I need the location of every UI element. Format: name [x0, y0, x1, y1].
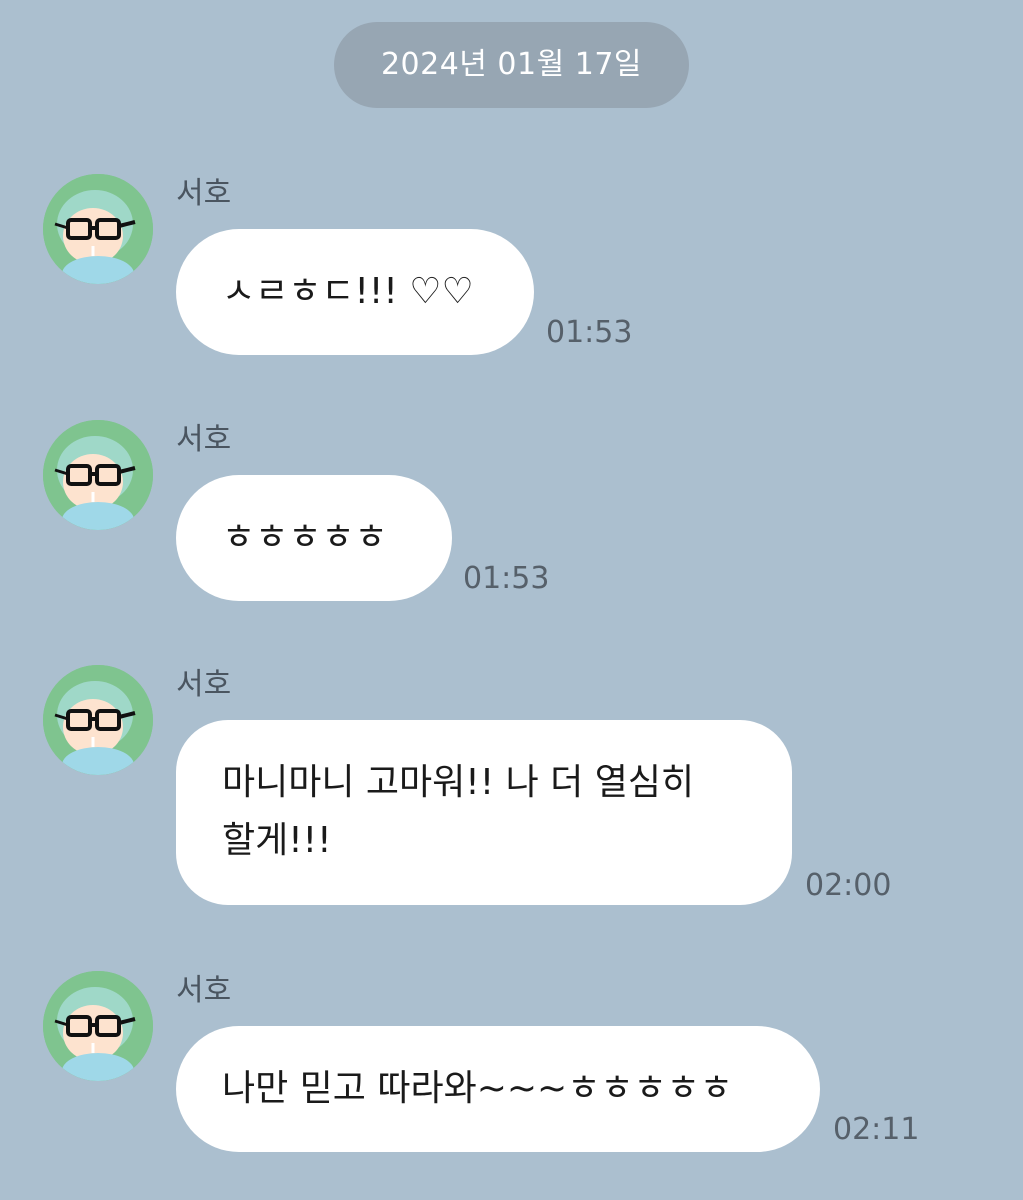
message-time: 02:00 [805, 868, 892, 903]
message-bubble[interactable]: ㅎㅎㅎㅎㅎ [176, 475, 452, 601]
date-divider: 2024년 01월 17일 [334, 22, 689, 108]
message-bubble[interactable]: 나만 믿고 따라와~~~ㅎㅎㅎㅎㅎ [176, 1026, 820, 1152]
message-bubble[interactable]: ㅅㄹㅎㄷ!!! ♡♡ [176, 229, 534, 355]
message-time: 01:53 [546, 315, 633, 350]
message-text: 나만 믿고 따라와~~~ㅎㅎㅎㅎㅎ [222, 1068, 733, 1109]
sender-name: 서호 [176, 176, 232, 211]
message-time: 01:53 [463, 561, 550, 596]
message-text-line: 할게!!! [222, 820, 332, 861]
sender-name: 서호 [176, 973, 232, 1008]
message-row: 서호 ㅅㄹㅎㄷ!!! ♡♡ 01:53 [0, 174, 1023, 364]
message-time: 02:11 [833, 1112, 920, 1147]
message-text-line: 마니마니 고마워!! 나 더 열심히 [222, 762, 695, 803]
message-text: ㅅㄹㅎㄷ!!! ♡♡ [222, 271, 474, 312]
message-row: 서호 마니마니 고마워!! 나 더 열심히 할게!!! 02:00 [0, 665, 1023, 915]
message-row: 서호 ㅎㅎㅎㅎㅎ 01:53 [0, 420, 1023, 610]
sender-avatar[interactable] [43, 665, 153, 775]
message-bubble[interactable]: 마니마니 고마워!! 나 더 열심히 할게!!! [176, 720, 792, 905]
message-text: ㅎㅎㅎㅎㅎ [222, 517, 388, 558]
sender-name: 서호 [176, 667, 232, 702]
sender-name: 서호 [176, 422, 232, 457]
sender-avatar[interactable] [43, 174, 153, 284]
sender-avatar[interactable] [43, 420, 153, 530]
sender-avatar[interactable] [43, 971, 153, 1081]
message-row: 서호 나만 믿고 따라와~~~ㅎㅎㅎㅎㅎ 02:11 [0, 971, 1023, 1161]
